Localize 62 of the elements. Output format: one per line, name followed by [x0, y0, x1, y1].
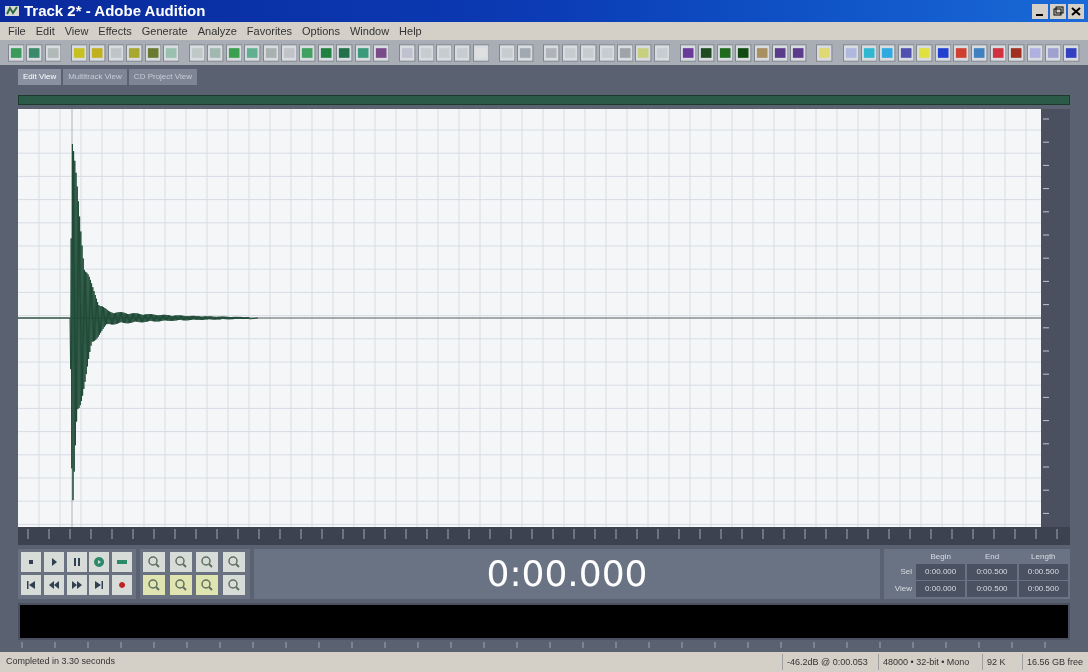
toolbar-button-icon[interactable]: [144, 43, 161, 62]
record-icon[interactable]: [112, 574, 133, 595]
magnifier-icon[interactable]: [169, 551, 192, 572]
menu-item[interactable]: Options: [302, 22, 340, 40]
magnifier-icon[interactable]: [196, 551, 218, 572]
menu-item[interactable]: Effects: [98, 22, 132, 40]
skip-back-icon[interactable]: [21, 574, 41, 595]
toolbar-button-icon[interactable]: [698, 43, 715, 62]
menu-item[interactable]: Favorites: [246, 22, 293, 40]
magnifier-icon[interactable]: [143, 574, 165, 595]
toolbar-button-icon[interactable]: [373, 43, 390, 62]
play-icon[interactable]: [43, 551, 64, 572]
menu-item[interactable]: Help: [399, 22, 422, 40]
menu-item[interactable]: Analyze: [197, 22, 237, 40]
stop-icon[interactable]: [21, 551, 41, 572]
toolbar-button-icon[interactable]: [735, 43, 752, 62]
rewind-icon[interactable]: [43, 574, 64, 595]
row-label: Sel: [899, 565, 913, 578]
magnifier-icon[interactable]: [169, 574, 192, 595]
toolbar-button-icon[interactable]: [1008, 43, 1025, 62]
status-message: Completed in 3.30 seconds: [5, 655, 117, 669]
menu-item[interactable]: Window: [350, 22, 390, 40]
magnifier-icon[interactable]: [143, 551, 165, 572]
column-heading: End: [983, 550, 1001, 563]
toolbar-button-icon[interactable]: [317, 43, 335, 62]
time-field[interactable]: 0:00.500: [967, 563, 1017, 580]
time-field[interactable]: 0:00.500: [967, 580, 1017, 597]
restore-icon[interactable]: [1050, 3, 1066, 19]
column-heading: Begin: [929, 550, 952, 563]
status-field: 16.56 GB free: [1022, 654, 1088, 671]
toolbar-button-icon[interactable]: [679, 43, 697, 62]
status-field: 48000 • 32-bit • Mono: [878, 654, 982, 671]
menu-item[interactable]: File: [8, 22, 26, 40]
toolbar-button-icon[interactable]: [790, 43, 807, 62]
toolbar-button-icon[interactable]: [897, 43, 915, 62]
menu-item[interactable]: View: [64, 22, 89, 40]
toolbar-button-icon[interactable]: [1063, 43, 1080, 62]
minimize-icon[interactable]: [1032, 3, 1048, 19]
pause-icon[interactable]: [66, 551, 87, 572]
toolbar-button-icon[interactable]: [934, 43, 951, 62]
column-heading: Length: [1030, 550, 1057, 563]
status-field: -46.2dB @ 0:00.053: [782, 654, 878, 671]
close-icon[interactable]: [1068, 3, 1084, 19]
row-label: View: [893, 582, 913, 595]
skip-forward-icon[interactable]: [89, 574, 110, 595]
toolbar-button-icon[interactable]: [716, 43, 734, 62]
toolbar-button-icon[interactable]: [771, 43, 789, 62]
time-field[interactable]: 0:00.000: [916, 563, 966, 580]
toolbar-button-icon[interactable]: [953, 43, 970, 62]
time-field[interactable]: 0:00.500: [1018, 580, 1068, 597]
app-icon: [4, 4, 20, 18]
toolbar-button-icon[interactable]: [336, 43, 353, 62]
window-title: Track 2* - Adobe Audition: [24, 0, 206, 21]
menu-item[interactable]: Edit: [35, 22, 55, 40]
fast-forward-icon[interactable]: [66, 574, 87, 595]
menu-item[interactable]: Generate: [141, 22, 188, 40]
status-field: 92 K: [982, 654, 1022, 671]
magnifier-icon[interactable]: [196, 574, 218, 595]
time-display: 0:00.000: [486, 551, 648, 596]
time-field[interactable]: 0:00.500: [1018, 563, 1068, 580]
toolbar-button-icon[interactable]: [989, 43, 1007, 62]
time-field[interactable]: 0:00.000: [916, 580, 966, 597]
